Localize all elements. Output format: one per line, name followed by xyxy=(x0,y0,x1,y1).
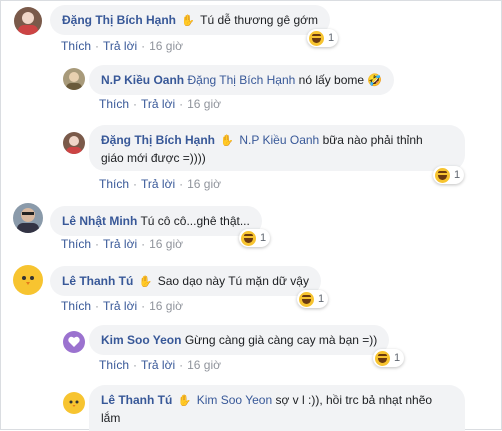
reply-link[interactable]: Trả lời xyxy=(141,358,175,372)
comment-text: giáo mới được =)))) xyxy=(101,151,206,165)
avatar[interactable] xyxy=(14,7,42,35)
reaction-count[interactable]: 1 xyxy=(433,166,465,184)
comment-text: Tú dễ thương gê gớm xyxy=(200,13,319,27)
mention-link[interactable]: Kim Soo Yeon xyxy=(197,393,272,407)
comment-bubble: N.P Kiều Oanh Đặng Thị Bích Hạnh nó lấy … xyxy=(89,65,395,95)
commenter-name[interactable]: Kim Soo Yeon xyxy=(101,333,181,347)
waving-hand-icon: ✋ xyxy=(181,15,196,27)
reaction-count[interactable]: 1 xyxy=(307,29,339,47)
reaction-count[interactable]: 1 xyxy=(373,349,405,367)
comment-actions: Thích · Trả lời · 16 giờ xyxy=(99,97,221,111)
reply-link[interactable]: Trả lời xyxy=(141,177,175,191)
comment-bubble: Đặng Thị Bích Hạnh ✋ N.P Kiều Oanh bữa n… xyxy=(89,125,465,171)
reaction-count[interactable]: 1 xyxy=(239,229,271,247)
avatar-portrait-icon xyxy=(66,136,82,154)
avatar-portrait-icon xyxy=(17,208,39,233)
commenter-name[interactable]: Lê Thanh Tú xyxy=(101,393,172,407)
timestamp[interactable]: 16 giờ xyxy=(149,237,183,251)
comment-text: Sao dạo này Tú mặn dữ vậy xyxy=(157,274,309,288)
comment-actions: Thích · Trả lời · 16 giờ xyxy=(99,177,221,191)
mention-link[interactable]: N.P Kiều Oanh xyxy=(239,133,319,147)
laughing-emoji-icon xyxy=(241,230,256,246)
comment-text: nó lấy bome 🤣 xyxy=(298,73,383,87)
avatar-portrait-icon xyxy=(66,72,82,90)
comment-bubble: Kim Soo Yeon Gừng càng già càng cay mà b… xyxy=(89,325,390,355)
timestamp[interactable]: 16 giờ xyxy=(187,177,221,191)
comment-bubble: Lê Thanh Tú ✋ Sao dạo này Tú mặn dữ vậy xyxy=(50,266,321,296)
laughing-emoji-icon xyxy=(375,350,390,366)
avatar[interactable] xyxy=(13,265,43,295)
comment-bubble: Lê Nhật Minh Tú cô cô...ghê thật... xyxy=(50,206,262,236)
like-link[interactable]: Thích xyxy=(61,39,91,53)
timestamp[interactable]: 16 giờ xyxy=(187,358,221,372)
comment-text: Tú cô cô...ghê thật... xyxy=(140,214,250,228)
comment-actions: Thích · Trả lời · 16 giờ xyxy=(61,299,183,313)
timestamp[interactable]: 16 giờ xyxy=(149,299,183,313)
waving-hand-icon: ✋ xyxy=(177,395,192,407)
comment-bubble: Đặng Thị Bích Hạnh ✋ Tú dễ thương gê gớm xyxy=(50,5,331,35)
like-link[interactable]: Thích xyxy=(61,299,91,313)
timestamp[interactable]: 16 giờ xyxy=(187,97,221,111)
chick-avatar-icon xyxy=(69,400,79,407)
avatar[interactable] xyxy=(63,331,85,353)
avatar-portrait-icon xyxy=(18,12,38,35)
comment-text: sợ v l :)), hồi trc bả nhạt nhẽo xyxy=(275,393,433,407)
comment-text: Gừng càng già càng cay mà bạn =)) xyxy=(184,333,378,347)
reply-link[interactable]: Trả lời xyxy=(103,299,137,313)
commenter-name[interactable]: Lê Thanh Tú xyxy=(62,274,133,288)
like-link[interactable]: Thích xyxy=(99,358,129,372)
comment-actions: Thích · Trả lời · 16 giờ xyxy=(61,39,183,53)
comment-actions: Thích · Trả lời · 16 giờ xyxy=(61,237,183,251)
avatar[interactable] xyxy=(63,68,85,90)
comment-actions: Thích · Trả lời · 16 giờ xyxy=(99,358,221,372)
heart-avatar-icon xyxy=(68,336,80,347)
laughing-emoji-icon xyxy=(299,291,314,307)
commenter-name[interactable]: Đặng Thị Bích Hạnh xyxy=(62,13,176,27)
chick-avatar-icon xyxy=(22,276,34,285)
comment-bubble: Lê Thanh Tú ✋ Kim Soo Yeon sợ v l :)), h… xyxy=(89,385,465,431)
timestamp[interactable]: 16 giờ xyxy=(149,39,183,53)
mention-link[interactable]: Đặng Thị Bích Hạnh xyxy=(187,73,295,87)
reply-link[interactable]: Trả lời xyxy=(103,39,137,53)
laughing-emoji-icon xyxy=(309,30,324,46)
commenter-name[interactable]: Lê Nhật Minh xyxy=(62,214,137,228)
avatar[interactable] xyxy=(63,132,85,154)
waving-hand-icon: ✋ xyxy=(138,276,153,288)
avatar[interactable] xyxy=(63,392,85,414)
like-link[interactable]: Thích xyxy=(99,97,129,111)
comment-text: lắm xyxy=(101,411,121,425)
laughing-emoji-icon xyxy=(435,167,450,183)
comment-text: bữa nào phải thỉnh xyxy=(322,133,423,147)
reaction-count[interactable]: 1 xyxy=(297,290,329,308)
reply-link[interactable]: Trả lời xyxy=(103,237,137,251)
commenter-name[interactable]: N.P Kiều Oanh xyxy=(101,73,184,87)
reply-link[interactable]: Trả lời xyxy=(141,97,175,111)
waving-hand-icon: ✋ xyxy=(220,135,235,147)
commenter-name[interactable]: Đặng Thị Bích Hạnh xyxy=(101,133,215,147)
avatar[interactable] xyxy=(13,203,43,233)
like-link[interactable]: Thích xyxy=(61,237,91,251)
like-link[interactable]: Thích xyxy=(99,177,129,191)
